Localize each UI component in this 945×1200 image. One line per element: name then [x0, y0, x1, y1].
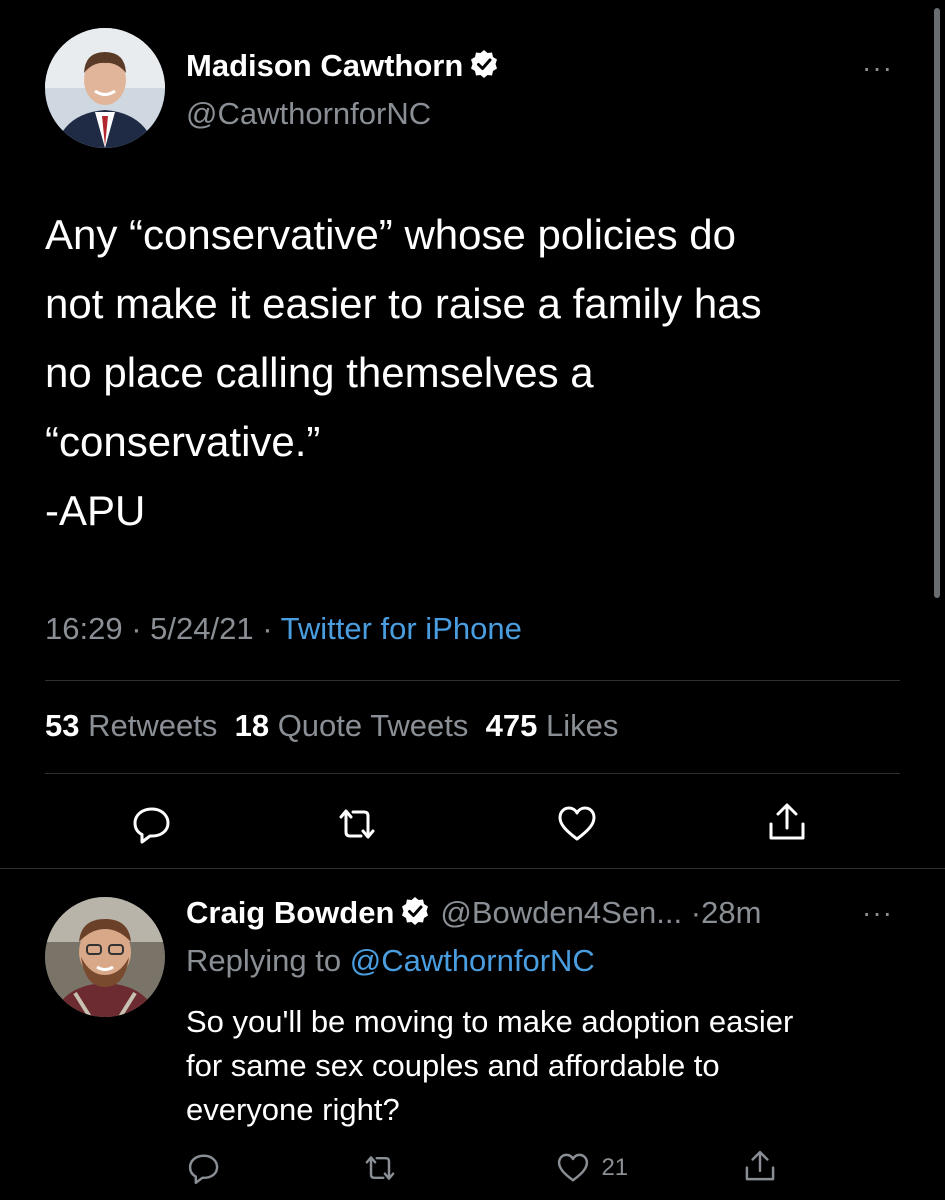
retweets-stat[interactable]: 53 Retweets	[45, 708, 217, 743]
reply-author-handle[interactable]: @Bowden4Sen...	[440, 895, 682, 930]
quote-tweets-count: 18	[234, 708, 270, 743]
reply-line: everyone right?	[186, 1092, 400, 1127]
like-count: 21	[601, 1154, 629, 1181]
reply-author-name[interactable]: Craig Bowden	[186, 895, 394, 930]
tweet-text: Any “conservative” whose policies do not…	[45, 200, 905, 545]
reply-header: Craig Bowden @Bowden4Sen... ·28m	[186, 895, 761, 934]
like-button[interactable]: 21	[555, 1150, 628, 1186]
quote-tweets-label: Quote Tweets	[277, 708, 469, 743]
like-icon[interactable]	[555, 802, 599, 851]
reply-text: So you'll be moving to make adoption eas…	[186, 1000, 926, 1132]
replying-to-line: Replying to @CawthornforNC	[186, 943, 595, 979]
tweet-line: Any “conservative” whose policies do	[45, 211, 736, 258]
likes-label: Likes	[546, 708, 619, 743]
more-options-icon[interactable]: ···	[862, 52, 893, 84]
reply-line: for same sex couples and affordable to	[186, 1048, 720, 1083]
tweet-line: “conservative.”	[45, 418, 321, 465]
meta-separator: ·	[262, 611, 273, 646]
tweet-line: no place calling themselves a	[45, 349, 594, 396]
replying-to-prefix: Replying to	[186, 943, 342, 978]
tweet-meta: 16:29 · 5/24/21 · Twitter for iPhone	[45, 611, 522, 647]
tweet-line: not make it easier to raise a family has	[45, 280, 762, 327]
avatar-craig[interactable]	[45, 897, 165, 1017]
meta-separator: ·	[131, 611, 142, 646]
reply-time-ago[interactable]: ·28m	[691, 895, 762, 930]
tweet-date: 5/24/21	[150, 611, 254, 646]
likes-stat[interactable]: 475 Likes	[486, 708, 619, 743]
avatar-madison[interactable]	[45, 28, 165, 148]
author-handle[interactable]: @CawthornforNC	[186, 96, 431, 132]
scrollbar[interactable]	[934, 8, 940, 598]
likes-count: 475	[485, 708, 538, 743]
verified-badge-icon	[469, 49, 499, 87]
retweet-icon[interactable]	[362, 1150, 398, 1191]
author-name-text[interactable]: Madison Cawthorn	[186, 48, 463, 83]
divider	[45, 680, 900, 681]
more-options-icon[interactable]: ···	[862, 897, 893, 929]
like-icon[interactable]	[555, 1150, 591, 1186]
reply-icon[interactable]	[186, 1150, 222, 1191]
tweet-line: -APU	[45, 487, 146, 534]
retweets-label: Retweets	[88, 708, 218, 743]
divider	[0, 868, 945, 869]
tweet-stats: 53 Retweets 18 Quote Tweets 475 Likes	[45, 708, 618, 744]
tweet-source-link[interactable]: Twitter for iPhone	[281, 611, 522, 646]
reply-line: So you'll be moving to make adoption eas…	[186, 1004, 794, 1039]
replying-to-handle-link[interactable]: @CawthornforNC	[350, 943, 595, 978]
author-name[interactable]: Madison Cawthorn	[186, 48, 499, 87]
retweet-icon[interactable]	[335, 802, 379, 851]
tweet-time: 16:29	[45, 611, 123, 646]
reply-icon[interactable]	[130, 802, 174, 851]
share-icon[interactable]	[742, 1148, 778, 1189]
share-icon[interactable]	[765, 800, 809, 849]
verified-badge-icon	[400, 896, 430, 934]
divider	[45, 773, 900, 774]
quote-tweets-stat[interactable]: 18 Quote Tweets	[235, 708, 469, 743]
retweets-count: 53	[45, 708, 80, 743]
